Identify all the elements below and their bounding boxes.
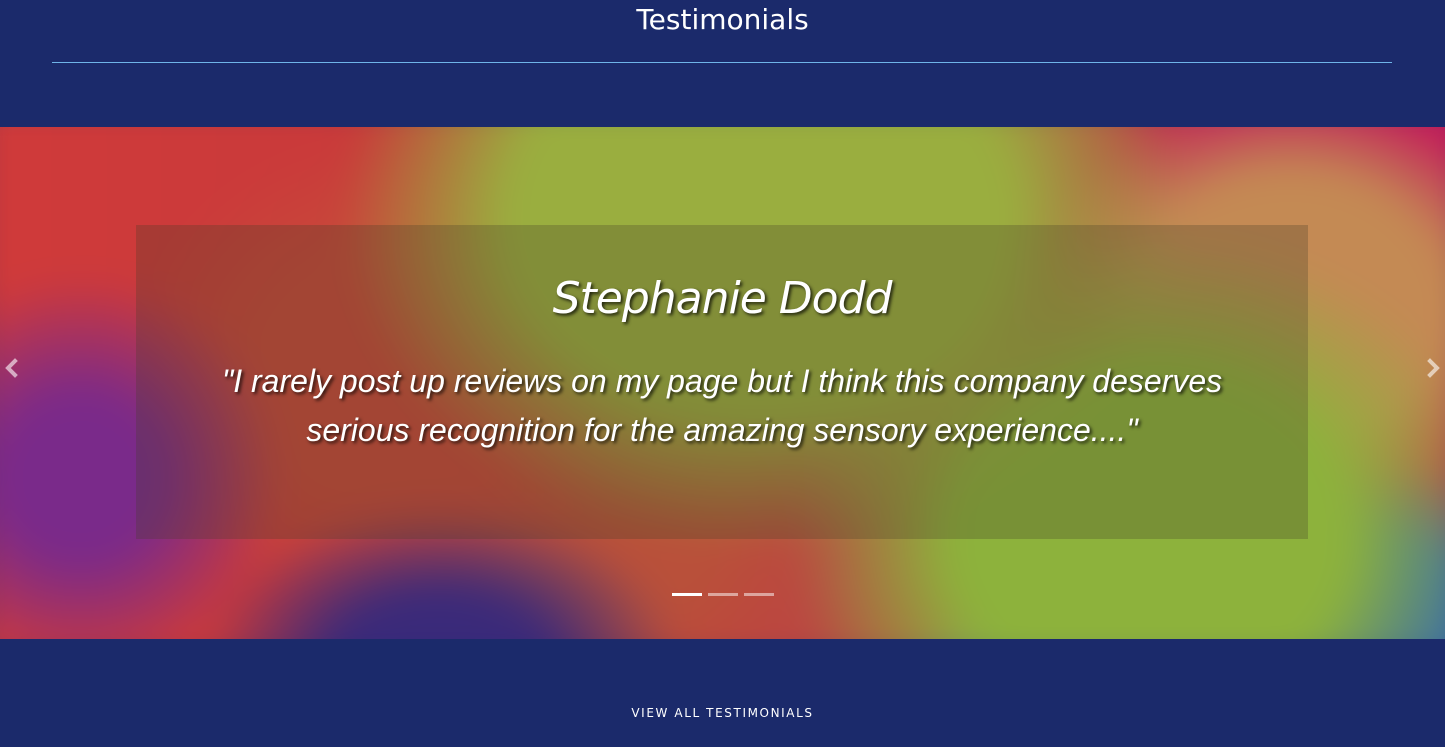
- carousel-indicator-1[interactable]: [671, 593, 702, 596]
- carousel-indicator-3[interactable]: [743, 593, 774, 596]
- testimonial-author: Stephanie Dodd: [552, 273, 893, 324]
- testimonial-carousel: Stephanie Dodd "I rarely post up reviews…: [0, 127, 1445, 639]
- testimonial-quote: "I rarely post up reviews on my page but…: [221, 363, 1223, 448]
- title-divider: [52, 62, 1392, 63]
- carousel-indicator-2[interactable]: [707, 593, 738, 596]
- carousel-next-button[interactable]: [1421, 353, 1445, 383]
- testimonials-section: Testimonials Stephanie Dodd "I rarely po…: [0, 0, 1445, 747]
- section-title: Testimonials: [636, 3, 809, 36]
- chevron-right-icon: [1427, 358, 1440, 378]
- carousel-indicators: [0, 593, 1445, 599]
- view-all-testimonials-link[interactable]: VIEW ALL TESTIMONIALS: [0, 706, 1445, 720]
- carousel-prev-button[interactable]: [0, 353, 24, 383]
- chevron-left-icon: [5, 358, 18, 378]
